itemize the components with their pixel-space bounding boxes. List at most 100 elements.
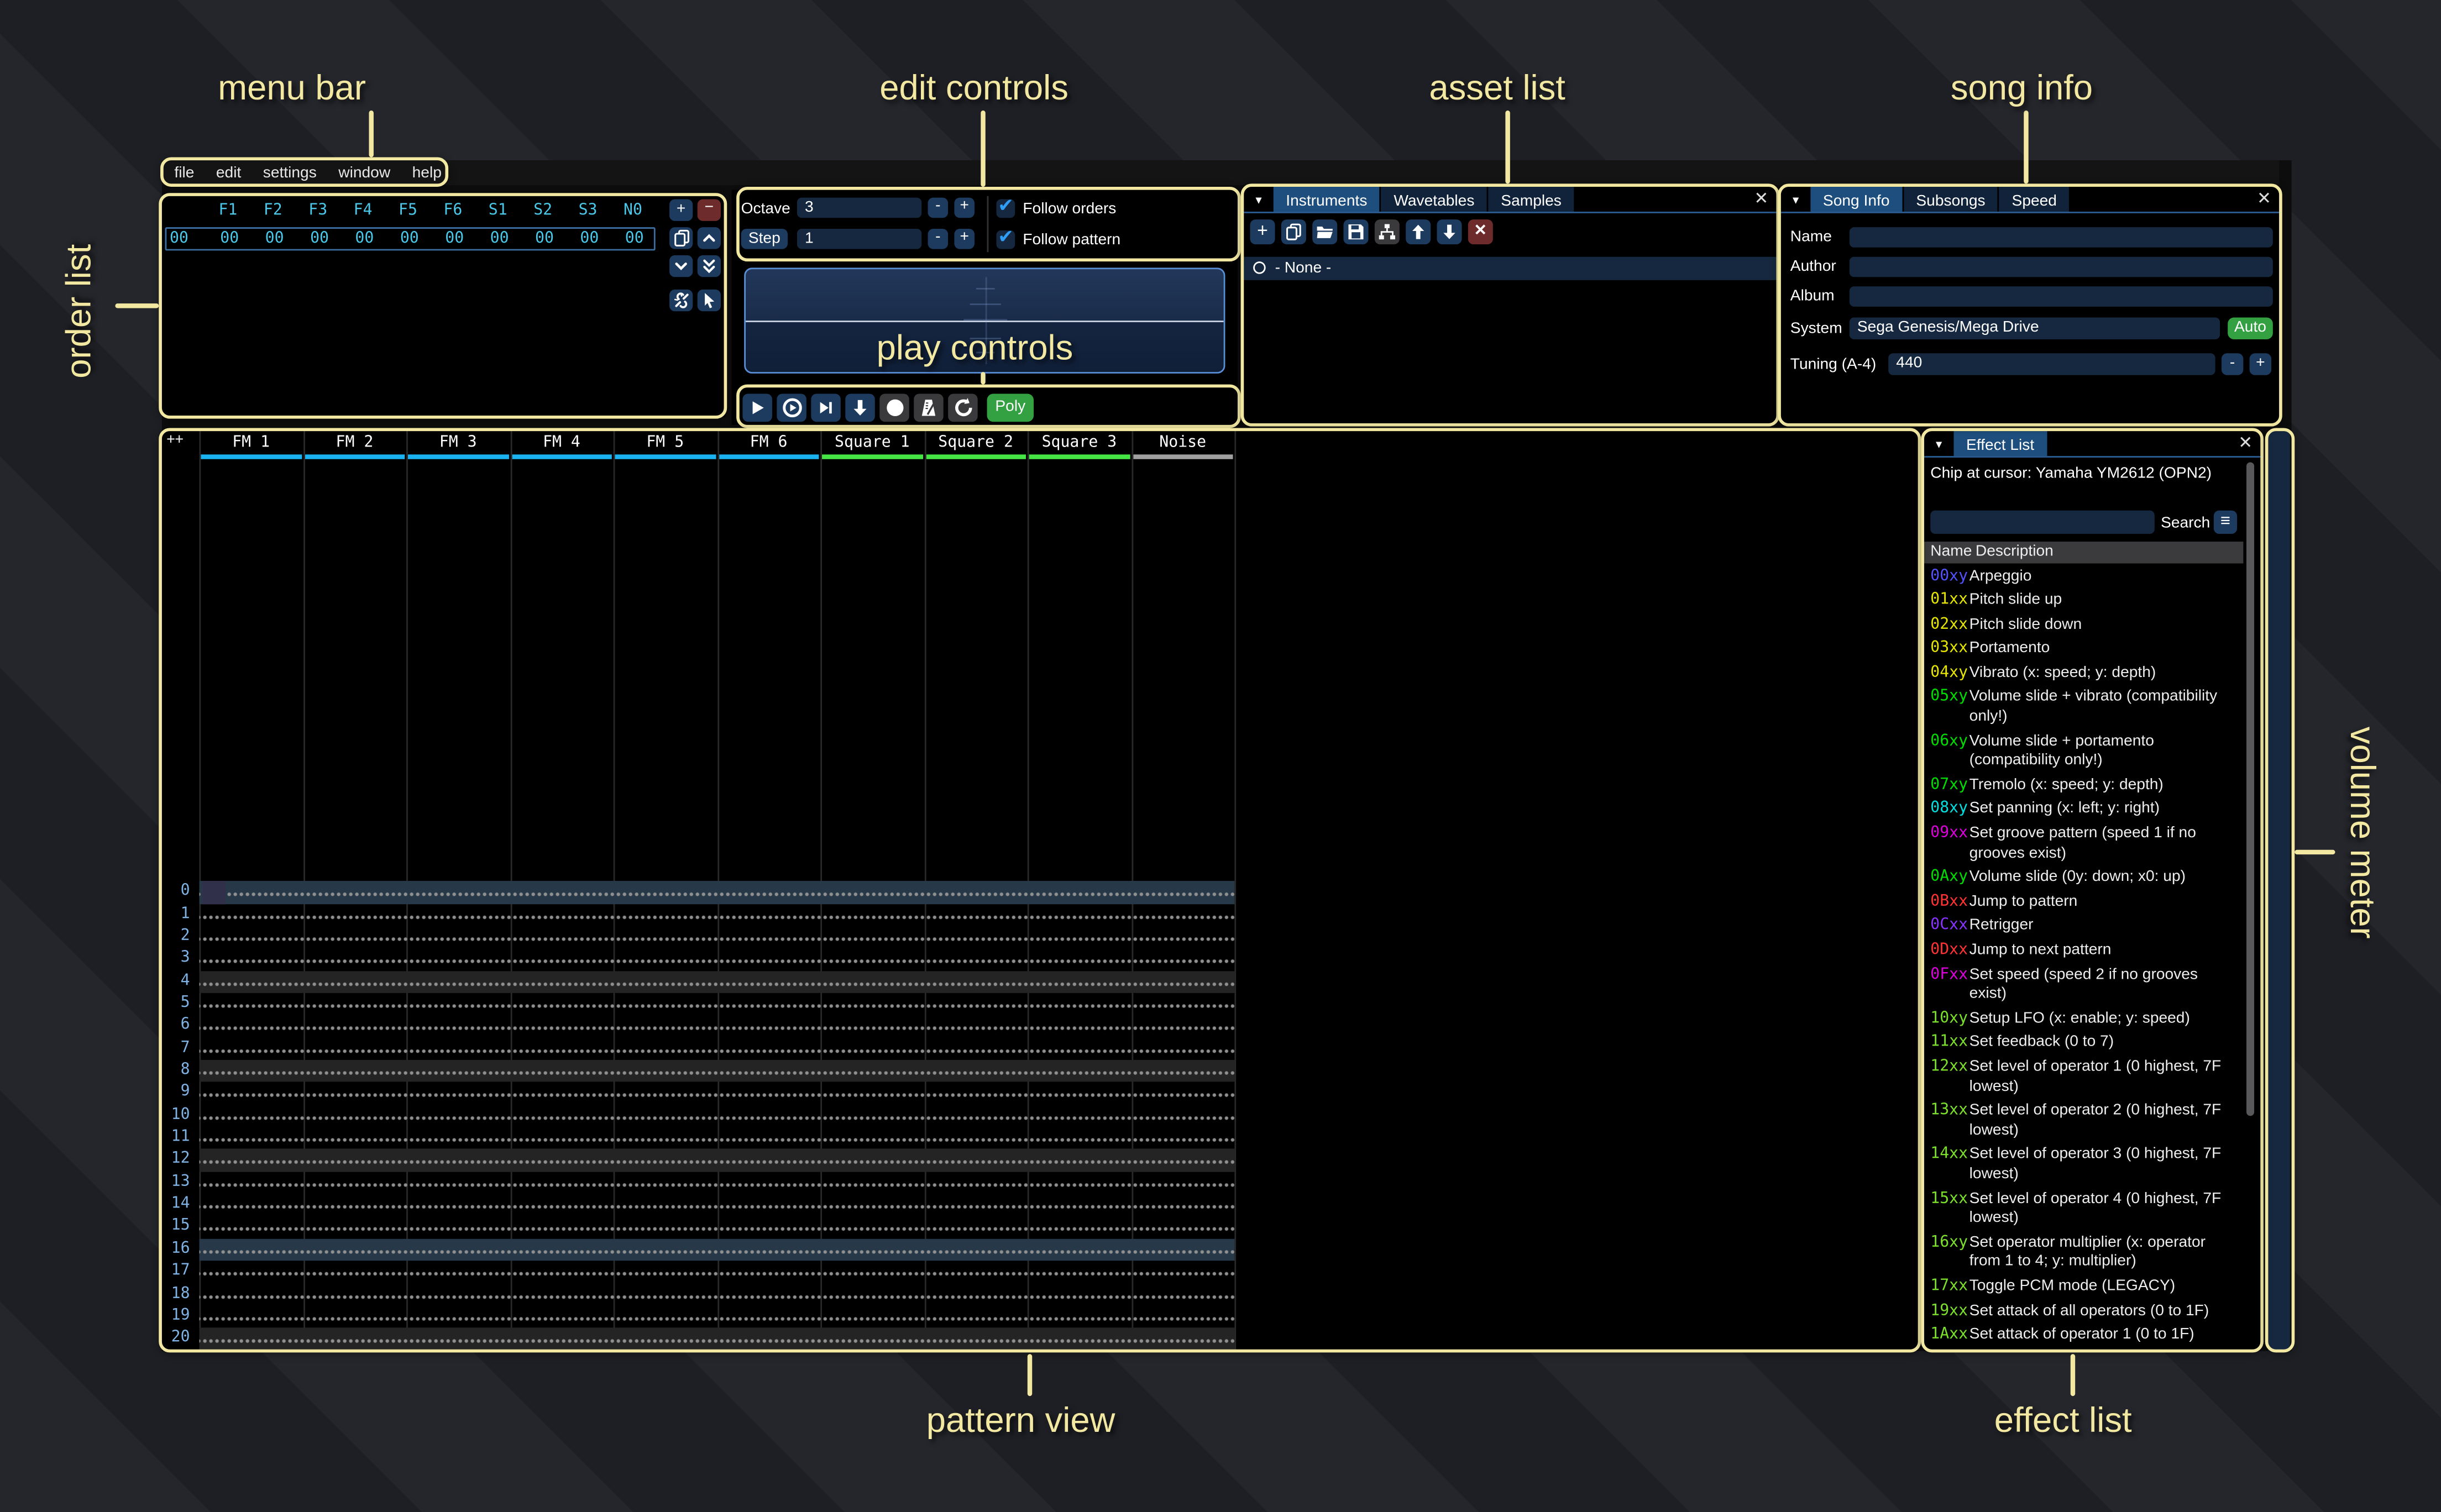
effect-row[interactable]: 01xxPitch slide up bbox=[1924, 589, 2243, 613]
save-asset-button[interactable] bbox=[1343, 219, 1368, 244]
unlink-order-button[interactable] bbox=[669, 290, 693, 311]
pattern-row[interactable]: 8 bbox=[162, 1060, 1234, 1082]
asset-list-item[interactable]: - None - bbox=[1244, 257, 1776, 280]
name-input[interactable] bbox=[1850, 227, 2273, 248]
order-cell[interactable]: 00 bbox=[612, 230, 657, 248]
tuning-plus-button[interactable]: + bbox=[2250, 353, 2271, 375]
effect-row[interactable]: 15xxSet level of operator 4 (0 highest, … bbox=[1924, 1188, 2243, 1231]
pattern-row[interactable]: 0 bbox=[162, 881, 1234, 904]
effect-search-input[interactable] bbox=[1930, 511, 2155, 534]
order-cell[interactable]: 00 bbox=[297, 230, 342, 248]
step-plus-button[interactable]: + bbox=[954, 229, 975, 249]
effect-row[interactable]: 07xyTremolo (x: speed; y: depth) bbox=[1924, 774, 2243, 799]
pattern-row[interactable]: 5 bbox=[162, 993, 1234, 1015]
window-collapse-icon[interactable]: ▾ bbox=[1785, 190, 1806, 211]
step-one-row-button[interactable] bbox=[845, 394, 875, 422]
add-asset-button[interactable]: + bbox=[1250, 219, 1275, 244]
channel-header-fm-4[interactable]: FM 4 bbox=[510, 434, 613, 452]
pattern-row[interactable]: 9 bbox=[162, 1082, 1234, 1104]
tab-subsongs[interactable]: Subsongs bbox=[1904, 187, 1998, 212]
order-cell[interactable]: 00 bbox=[342, 230, 387, 248]
effect-row[interactable]: 12xxSet level of operator 1 (0 highest, … bbox=[1924, 1056, 2243, 1100]
toggle-folders-button[interactable] bbox=[1375, 219, 1400, 244]
effect-row[interactable]: 00xyArpeggio bbox=[1924, 565, 2243, 589]
effect-row[interactable]: 0DxxJump to next pattern bbox=[1924, 939, 2243, 964]
effect-row[interactable]: 02xxPitch slide down bbox=[1924, 613, 2243, 638]
pattern-row[interactable]: 15 bbox=[162, 1216, 1234, 1238]
tab-instruments[interactable]: Instruments bbox=[1274, 187, 1380, 212]
pattern-row[interactable]: 20 bbox=[162, 1328, 1234, 1350]
channel-header-square-1[interactable]: Square 1 bbox=[820, 434, 924, 452]
channel-header-fm-3[interactable]: FM 3 bbox=[406, 434, 510, 452]
close-icon[interactable]: ✕ bbox=[2249, 187, 2279, 212]
album-input[interactable] bbox=[1850, 286, 2273, 307]
menu-item-edit[interactable]: edit bbox=[216, 164, 241, 181]
open-asset-button[interactable] bbox=[1312, 219, 1337, 244]
asset-down-button[interactable] bbox=[1437, 219, 1462, 244]
pattern-row[interactable]: 11 bbox=[162, 1127, 1234, 1149]
close-icon[interactable]: ✕ bbox=[1746, 187, 1776, 212]
order-cell[interactable]: 00 bbox=[207, 230, 252, 248]
order-cell[interactable]: 00 bbox=[522, 230, 567, 248]
step-input[interactable]: 1 bbox=[797, 229, 921, 249]
tab-effect-list[interactable]: Effect List bbox=[1953, 431, 2046, 456]
channel-header-fm-2[interactable]: FM 2 bbox=[303, 434, 406, 452]
poly-button[interactable]: Poly bbox=[987, 394, 1034, 422]
effect-row[interactable]: 1AxxSet attack of operator 1 (0 to 1F) bbox=[1924, 1324, 2243, 1348]
effect-row[interactable]: 11xxSet feedback (0 to 7) bbox=[1924, 1032, 2243, 1056]
metronome-button[interactable] bbox=[914, 394, 944, 422]
repeat-pattern-button[interactable] bbox=[948, 394, 978, 422]
pattern-row[interactable]: 10 bbox=[162, 1105, 1234, 1127]
pattern-row[interactable]: 16 bbox=[162, 1238, 1234, 1261]
channel-header-fm-6[interactable]: FM 6 bbox=[717, 434, 820, 452]
follow-orders-checkbox[interactable] bbox=[996, 199, 1015, 218]
effect-row[interactable]: 04xyVibrato (x: speed; y: depth) bbox=[1924, 662, 2243, 686]
order-down-button[interactable] bbox=[669, 255, 693, 277]
channel-header-square-2[interactable]: Square 2 bbox=[924, 434, 1027, 452]
duplicate-asset-button[interactable] bbox=[1281, 219, 1306, 244]
channel-header-square-3[interactable]: Square 3 bbox=[1028, 434, 1131, 452]
step-minus-button[interactable]: - bbox=[928, 229, 949, 249]
order-to-bottom-button[interactable] bbox=[698, 255, 721, 277]
follow-pattern-checkbox[interactable] bbox=[996, 230, 1015, 249]
effect-row[interactable]: 17xxToggle PCM mode (LEGACY) bbox=[1924, 1275, 2243, 1300]
close-icon[interactable]: ✕ bbox=[2230, 431, 2260, 456]
effect-row[interactable]: 19xxSet attack of all operators (0 to 1F… bbox=[1924, 1300, 2243, 1324]
tab-song-info[interactable]: Song Info bbox=[1810, 187, 1902, 212]
order-change-mode-button[interactable] bbox=[698, 290, 721, 311]
pattern-row[interactable]: 12 bbox=[162, 1149, 1234, 1172]
order-cell[interactable]: 00 bbox=[477, 230, 522, 248]
play-button[interactable] bbox=[742, 394, 772, 422]
pattern-row[interactable]: 19 bbox=[162, 1305, 1234, 1327]
pattern-window[interactable]: ++ FM 1FM 2FM 3FM 4FM 5FM 6Square 1Squar… bbox=[162, 431, 1918, 1351]
menu-item-window[interactable]: window bbox=[338, 164, 390, 181]
order-row[interactable]: 0000000000000000000000 bbox=[165, 227, 656, 250]
tab-samples[interactable]: Samples bbox=[1489, 187, 1574, 212]
pattern-row[interactable]: 13 bbox=[162, 1172, 1234, 1194]
menu-item-file[interactable]: file bbox=[174, 164, 194, 181]
pattern-row[interactable]: 6 bbox=[162, 1015, 1234, 1037]
tab-wavetables[interactable]: Wavetables bbox=[1381, 187, 1487, 212]
auto-system-button[interactable]: Auto bbox=[2228, 318, 2273, 339]
order-cell[interactable]: 00 bbox=[567, 230, 612, 248]
pattern-expand-corner[interactable]: ++ bbox=[166, 433, 184, 448]
tuning-minus-button[interactable]: - bbox=[2222, 353, 2243, 375]
play-one-row-button[interactable] bbox=[811, 394, 841, 422]
window-collapse-icon[interactable]: ▾ bbox=[1249, 190, 1269, 211]
effect-row[interactable]: 03xxPortamento bbox=[1924, 638, 2243, 662]
window-collapse-icon[interactable]: ▾ bbox=[1929, 434, 1949, 455]
menu-item-settings[interactable]: settings bbox=[263, 164, 317, 181]
author-input[interactable] bbox=[1850, 257, 2273, 277]
pattern-row[interactable]: 18 bbox=[162, 1283, 1234, 1305]
tab-speed[interactable]: Speed bbox=[1999, 187, 2070, 212]
step-button[interactable]: Step bbox=[741, 229, 788, 249]
order-cell[interactable]: 00 bbox=[432, 230, 477, 248]
octave-input[interactable]: 3 bbox=[797, 198, 921, 218]
order-cell[interactable]: 00 bbox=[387, 230, 432, 248]
effect-row[interactable]: 08xySet panning (x: left; y: right) bbox=[1924, 799, 2243, 823]
pattern-row[interactable]: 2 bbox=[162, 926, 1234, 948]
menu-item-help[interactable]: help bbox=[412, 164, 442, 181]
play-from-beginning-button[interactable] bbox=[777, 394, 806, 422]
effect-row[interactable]: 0BxxJump to pattern bbox=[1924, 891, 2243, 915]
octave-plus-button[interactable]: + bbox=[954, 198, 975, 218]
